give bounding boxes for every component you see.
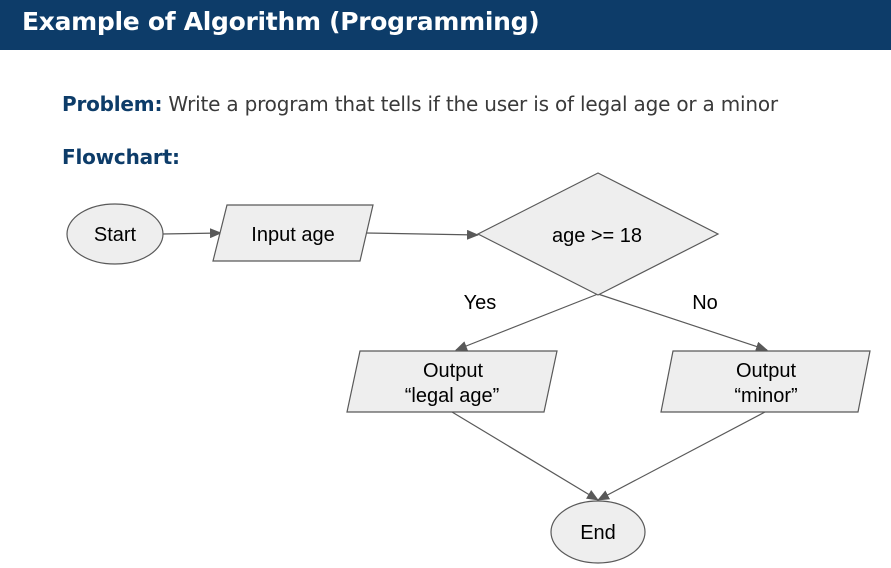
- flowchart-diagram: Start Input age age >= 18 Yes No Output …: [66, 172, 871, 564]
- end-node-label: End: [580, 522, 616, 544]
- end-node: End: [550, 500, 646, 564]
- decision-node: age >= 18: [476, 172, 720, 296]
- edge-decision-to-minor: [597, 293, 768, 352]
- decision-node-label: age >= 18: [552, 225, 642, 247]
- output-legal-age-line1: Output: [423, 360, 483, 382]
- output-legal-age-line2: “legal age”: [405, 385, 500, 407]
- yes-branch-label: Yes: [464, 292, 497, 314]
- start-node-label: Start: [94, 224, 137, 246]
- no-branch-label: No: [692, 292, 718, 314]
- input-age-node-label: Input age: [251, 224, 334, 246]
- edge-legal-to-end: [451, 411, 599, 501]
- output-minor-line2: “minor”: [734, 385, 797, 407]
- edge-start-to-input: [161, 228, 222, 239]
- output-minor-line1: Output: [736, 360, 796, 382]
- output-legal-age-node: Output “legal age”: [346, 350, 558, 413]
- edge-minor-to-end: [597, 411, 766, 501]
- output-minor-node: Output “minor”: [660, 350, 871, 413]
- edge-input-to-decision: [365, 229, 479, 240]
- start-node: Start: [66, 203, 164, 265]
- input-age-node: Input age: [212, 204, 374, 262]
